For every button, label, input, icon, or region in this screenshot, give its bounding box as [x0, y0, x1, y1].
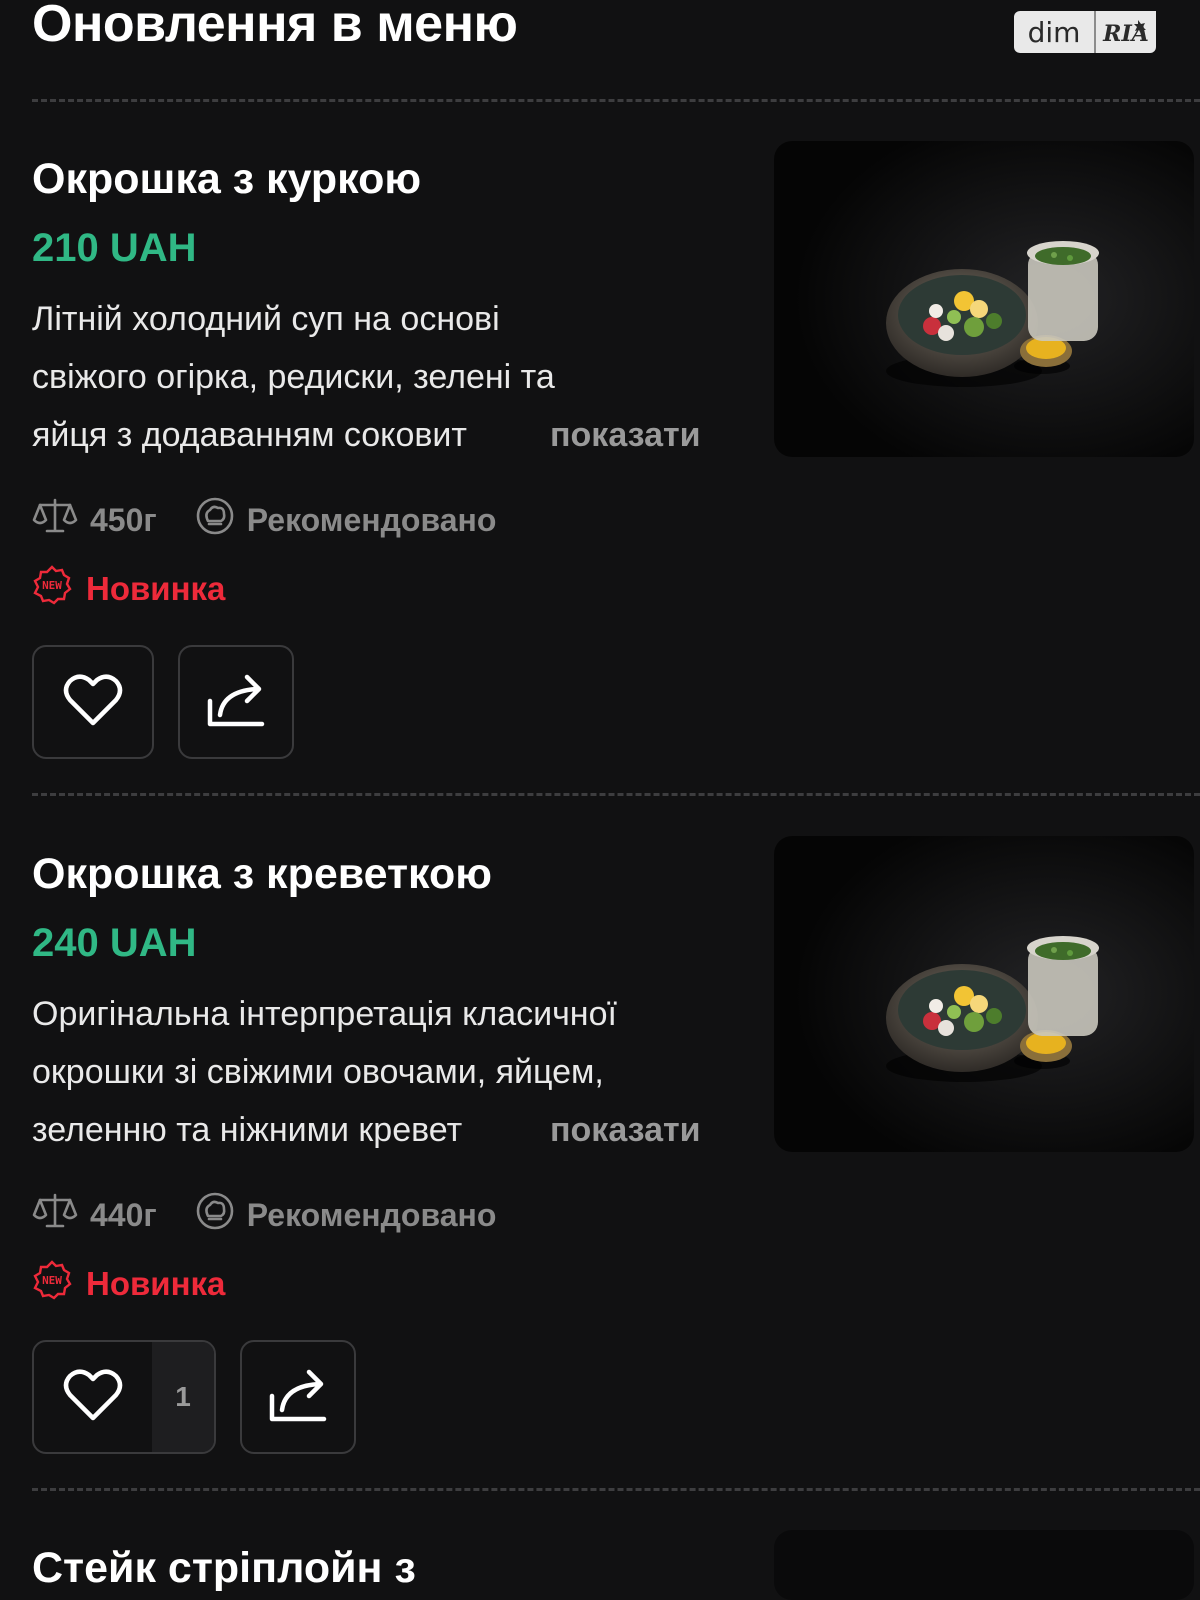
item-title: Окрошка з куркою [32, 155, 422, 203]
description-line: зеленню та ніжними кревет показати [32, 1101, 732, 1159]
new-badge: NEW Новинка [32, 565, 226, 613]
new-badge-icon: NEW [32, 565, 72, 613]
item-title: Стейк стріплойн з [32, 1544, 416, 1592]
show-more-link[interactable]: показати [546, 406, 701, 464]
description-line: Оригінальна інтерпретація класичної [32, 995, 617, 1033]
like-button[interactable]: 1 [32, 1340, 216, 1454]
share-icon [267, 1366, 329, 1429]
badge-label: Новинка [86, 1265, 226, 1302]
share-button[interactable] [240, 1340, 356, 1454]
section-divider [32, 793, 1200, 796]
watermark-logo: dim RIA [1014, 11, 1156, 53]
like-count: 1 [152, 1342, 214, 1452]
item-meta: 450г Рекомендовано [32, 496, 497, 544]
chef-hat-icon [195, 496, 235, 544]
svg-text:NEW: NEW [42, 579, 62, 592]
description-line: яйця з додаванням соковит показати [32, 406, 732, 464]
badge-label: Новинка [86, 570, 226, 607]
new-badge-icon: NEW [32, 1260, 72, 1308]
description-truncated-text: зеленню та ніжними кревет [32, 1111, 463, 1149]
share-button[interactable] [178, 645, 294, 759]
show-more-link[interactable]: показати [546, 1101, 701, 1159]
description-line: свіжого огірка, редиски, зелені та [32, 358, 555, 396]
item-actions: 1 [32, 1340, 356, 1454]
section-divider [32, 1488, 1200, 1491]
description-line: Літній холодний суп на основі [32, 300, 500, 338]
section-divider [32, 99, 1200, 102]
item-description: Літній холодний суп на основі свіжого ог… [32, 290, 732, 464]
recommended-label: Рекомендовано [246, 1196, 497, 1233]
watermark-ria-logo: RIA [1096, 11, 1156, 53]
share-icon [205, 671, 267, 734]
item-price: 210 UAH [32, 226, 197, 270]
heart-icon [63, 673, 123, 732]
scale-icon [32, 496, 78, 544]
dish-photo [774, 141, 1194, 457]
dish-photo [774, 836, 1194, 1152]
item-weight: 450г [90, 501, 157, 538]
item-actions [32, 645, 294, 759]
description-line: окрошки зі свіжими овочами, яйцем, [32, 1053, 604, 1091]
page-title: Оновлення в меню [32, 0, 518, 53]
item-price: 240 UAH [32, 921, 197, 965]
item-title: Окрошка з креветкою [32, 850, 492, 898]
scale-icon [32, 1191, 78, 1239]
recommended-label: Рекомендовано [246, 501, 497, 538]
like-button[interactable] [32, 645, 154, 759]
watermark-dim-text: dim [1014, 11, 1096, 53]
item-weight: 440г [90, 1196, 157, 1233]
svg-text:NEW: NEW [42, 1274, 62, 1287]
new-badge: NEW Новинка [32, 1260, 226, 1308]
description-truncated-text: яйця з додаванням соковит [32, 416, 467, 454]
chef-hat-icon [195, 1191, 235, 1239]
heart-icon [63, 1368, 123, 1427]
item-description: Оригінальна інтерпретація класичної окро… [32, 985, 732, 1159]
item-meta: 440г Рекомендовано [32, 1191, 497, 1239]
like-button-heart[interactable] [34, 1342, 152, 1452]
dish-photo [774, 1530, 1194, 1600]
